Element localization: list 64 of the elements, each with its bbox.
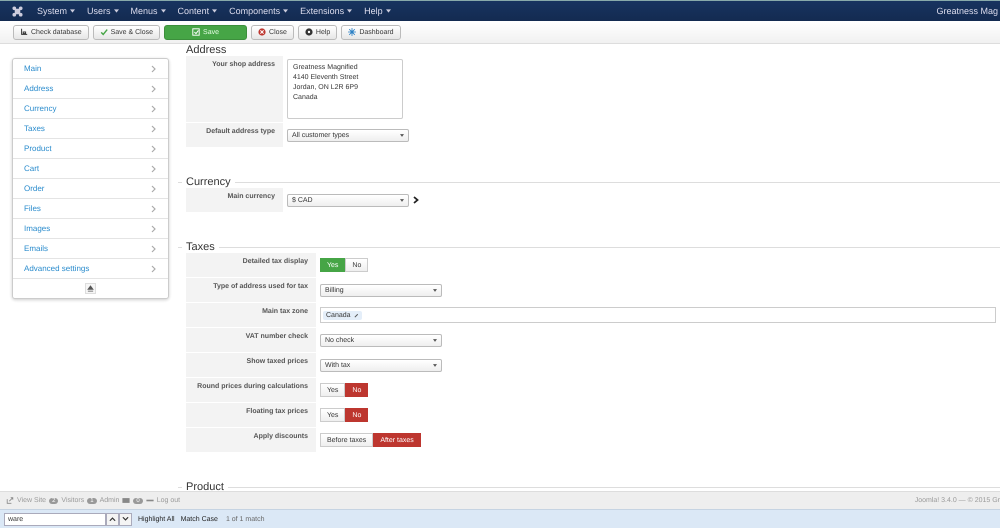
sidebar-item[interactable]: Advanced settings bbox=[13, 259, 168, 279]
sidebar-item[interactable]: Taxes bbox=[13, 119, 168, 139]
caret-icon bbox=[283, 9, 288, 13]
chevron-icon bbox=[151, 164, 156, 172]
pencil-icon bbox=[354, 312, 359, 318]
caret-icon bbox=[347, 9, 352, 13]
chevron-icon bbox=[151, 64, 156, 72]
joomla-logo-icon[interactable] bbox=[12, 6, 23, 16]
nav-menu[interactable]: Help bbox=[364, 6, 391, 16]
chevron-icon[interactable] bbox=[413, 196, 419, 204]
star-icon bbox=[348, 28, 356, 36]
chevron-icon bbox=[151, 144, 156, 152]
caret-icon bbox=[212, 9, 218, 13]
chevron-icon bbox=[151, 224, 156, 232]
sidebar-item[interactable]: Emails bbox=[13, 239, 168, 259]
section-title: Taxes bbox=[185, 241, 216, 253]
caret-icon bbox=[433, 338, 437, 342]
chevron-icon bbox=[151, 84, 156, 92]
chevron-icon bbox=[151, 184, 156, 192]
up-chevron-icon bbox=[109, 516, 116, 522]
sidebar-item[interactable]: Cart bbox=[13, 159, 168, 179]
section-title: Currency bbox=[185, 176, 232, 188]
nav-menu[interactable]: Menus bbox=[130, 6, 166, 16]
sidebar-item[interactable]: Main bbox=[13, 59, 168, 79]
sidebar-item[interactable]: Images bbox=[13, 219, 168, 239]
nav-menu[interactable]: Components bbox=[229, 6, 288, 16]
sidebar-item[interactable]: Files bbox=[13, 199, 168, 219]
sidebar-item[interactable]: Product bbox=[13, 139, 168, 159]
chevron-icon bbox=[151, 244, 156, 252]
caret-icon bbox=[386, 9, 391, 13]
chart-icon bbox=[20, 28, 28, 36]
checkmark-icon bbox=[100, 28, 108, 36]
sidebar-item[interactable]: Order bbox=[13, 179, 168, 199]
previous-button[interactable] bbox=[106, 512, 119, 526]
nav-menu[interactable]: Users bbox=[87, 6, 119, 16]
external-link-icon bbox=[6, 497, 14, 504]
nav-menu[interactable]: System bbox=[37, 6, 76, 16]
envelope-icon bbox=[122, 497, 130, 504]
chevron-icon bbox=[151, 264, 156, 272]
nav-menu[interactable]: Content bbox=[178, 6, 218, 16]
chevron-icon bbox=[151, 104, 156, 112]
section-title: Address bbox=[185, 44, 228, 56]
collapse-button[interactable] bbox=[85, 283, 96, 294]
sidebar-item[interactable]: Address bbox=[13, 79, 168, 99]
caret-icon bbox=[433, 288, 437, 292]
chevron-icon bbox=[151, 204, 156, 212]
caret-icon bbox=[400, 134, 404, 136]
caret-icon bbox=[160, 9, 166, 13]
dash-icon bbox=[146, 497, 154, 504]
caret-icon bbox=[114, 9, 119, 13]
chevron-icon bbox=[151, 124, 156, 132]
eject-icon bbox=[87, 285, 94, 292]
caret-icon bbox=[433, 364, 437, 366]
nav-menu[interactable]: Extensions bbox=[300, 6, 352, 16]
close-icon bbox=[258, 28, 266, 36]
next-button[interactable] bbox=[119, 512, 132, 526]
down-chevron-icon bbox=[122, 516, 129, 522]
site-name[interactable]: Greatness Mag bbox=[936, 6, 998, 16]
help-icon bbox=[304, 28, 313, 36]
caret-icon bbox=[400, 198, 404, 202]
checkbox-icon bbox=[192, 28, 200, 36]
sidebar-item[interactable]: Currency bbox=[13, 99, 168, 119]
section-title: Product bbox=[185, 481, 225, 493]
caret-icon bbox=[70, 9, 76, 13]
